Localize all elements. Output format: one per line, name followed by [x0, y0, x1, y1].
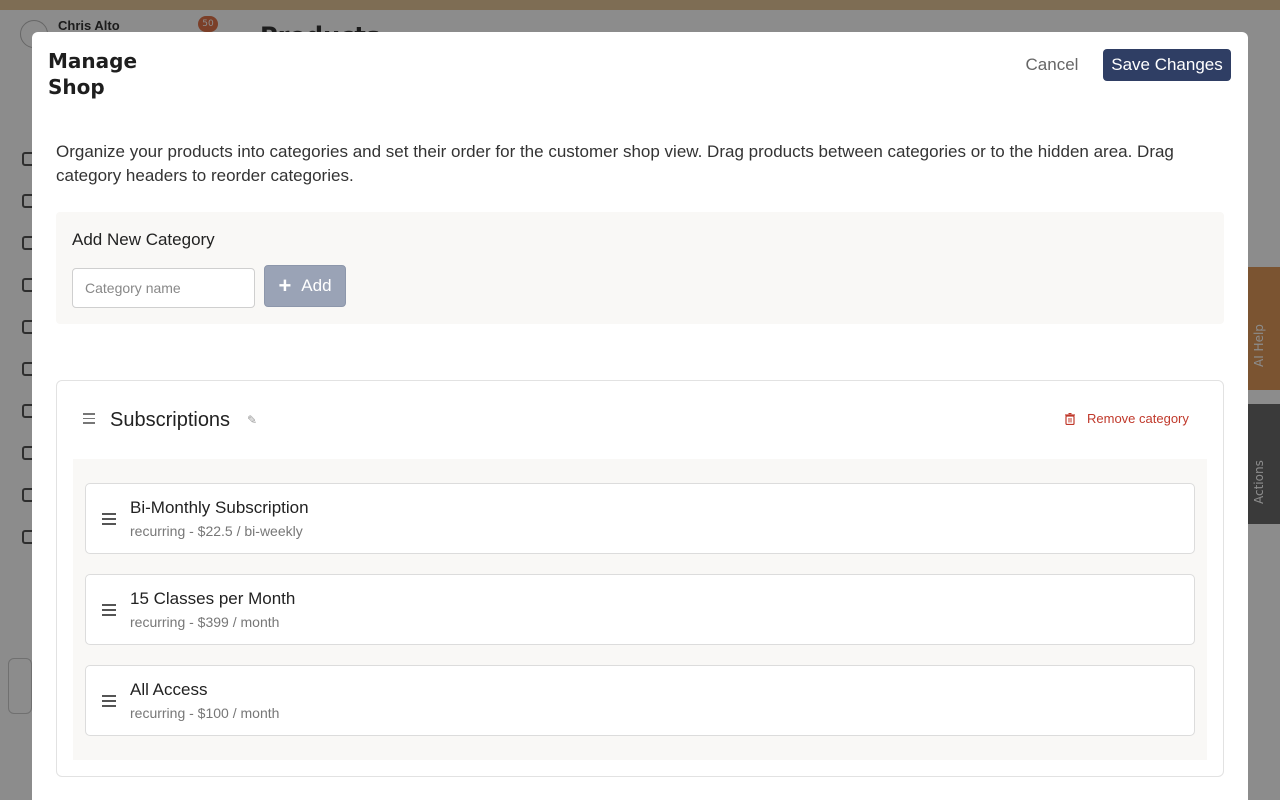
add-category-button[interactable]: + Add [264, 265, 346, 307]
product-item[interactable]: All Access recurring - $100 / month [85, 665, 1195, 736]
product-item[interactable]: Bi-Monthly Subscription recurring - $22.… [85, 483, 1195, 554]
product-name: All Access [130, 680, 208, 699]
manage-shop-modal: Manage Shop Cancel Save Changes Organize… [32, 32, 1248, 800]
category-name: Subscriptions [110, 409, 231, 431]
add-button-label: Add [301, 276, 332, 295]
category-drag-handle-icon[interactable] [83, 413, 95, 425]
drag-handle-icon[interactable] [102, 695, 116, 710]
remove-category-button[interactable]: Remove category [1065, 411, 1189, 426]
drag-handle-icon[interactable] [102, 604, 116, 619]
category-name-input[interactable] [72, 268, 255, 308]
edit-category-icon[interactable]: ✎ [247, 413, 257, 427]
category-card: Subscriptions ✎ Remove category Bi-Month… [56, 380, 1224, 777]
product-item[interactable]: 15 Classes per Month recurring - $399 / … [85, 574, 1195, 645]
modal-title: Manage Shop [48, 49, 138, 99]
product-name: Bi-Monthly Subscription [130, 498, 309, 517]
add-category-panel: Add New Category + Add [56, 212, 1224, 324]
cancel-button[interactable]: Cancel [1012, 50, 1092, 80]
product-pricing: recurring - $399 / month [130, 614, 280, 630]
category-products-list: Bi-Monthly Subscription recurring - $22.… [73, 459, 1207, 760]
product-pricing: recurring - $22.5 / bi-weekly [130, 523, 303, 539]
trash-icon [1065, 412, 1075, 425]
drag-handle-icon[interactable] [102, 513, 116, 528]
product-name: 15 Classes per Month [130, 589, 296, 608]
modal-description: Organize your products into categories a… [56, 142, 1174, 185]
plus-icon: + [278, 273, 292, 298]
remove-category-label: Remove category [1087, 411, 1189, 426]
product-pricing: recurring - $100 / month [130, 705, 280, 721]
add-category-title: Add New Category [72, 230, 215, 249]
save-changes-button[interactable]: Save Changes [1103, 49, 1231, 81]
